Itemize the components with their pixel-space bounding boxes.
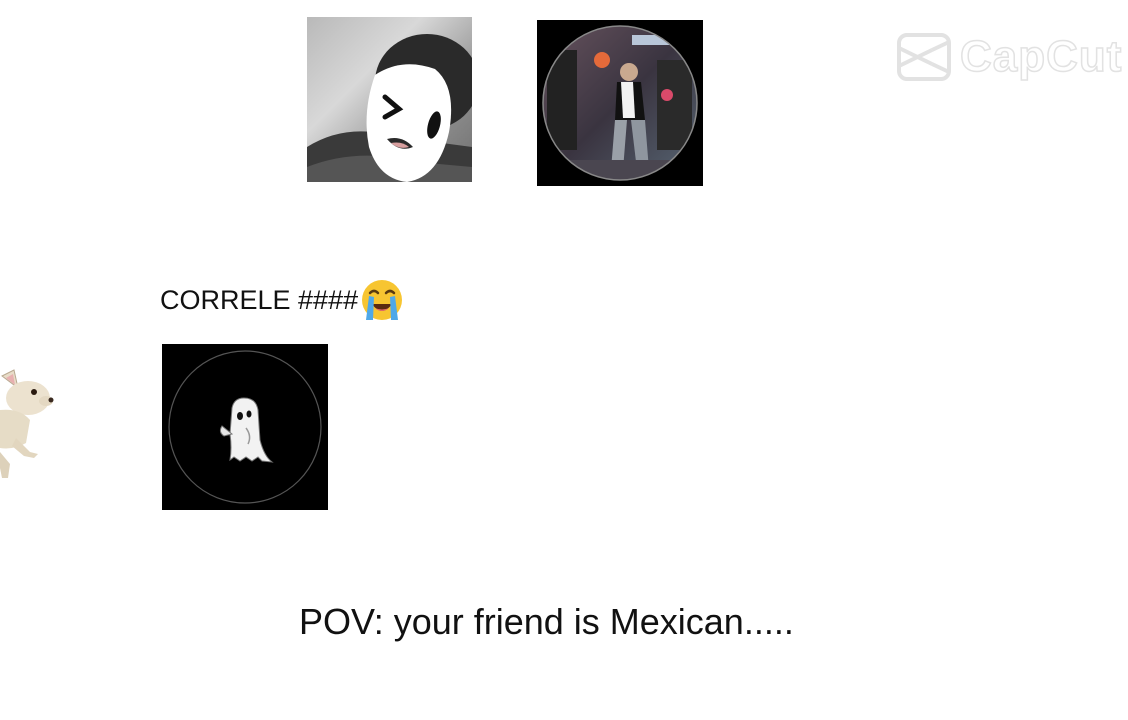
- capcut-logo-icon: [897, 33, 951, 81]
- masked-person-avatar: [307, 17, 472, 182]
- ghost-icon: [168, 350, 322, 504]
- masked-person-avatar-icon: [307, 34, 472, 182]
- capcut-watermark: CapCut: [896, 30, 1128, 84]
- watermark-text: CapCut: [959, 31, 1123, 82]
- caption-line: CORRELE ####: [160, 278, 404, 322]
- caption-text: CORRELE ####: [160, 284, 359, 315]
- ghost-avatar: [162, 344, 328, 510]
- dancing-person-avatar-icon: [542, 25, 698, 181]
- dancing-person-avatar: [537, 20, 703, 186]
- pov-caption: POV: your friend is Mexican.....: [299, 601, 794, 642]
- chihuahua-sticker: [0, 368, 56, 480]
- chihuahua-sticker-icon: [0, 369, 54, 478]
- loudly-crying-face-icon: [362, 280, 403, 320]
